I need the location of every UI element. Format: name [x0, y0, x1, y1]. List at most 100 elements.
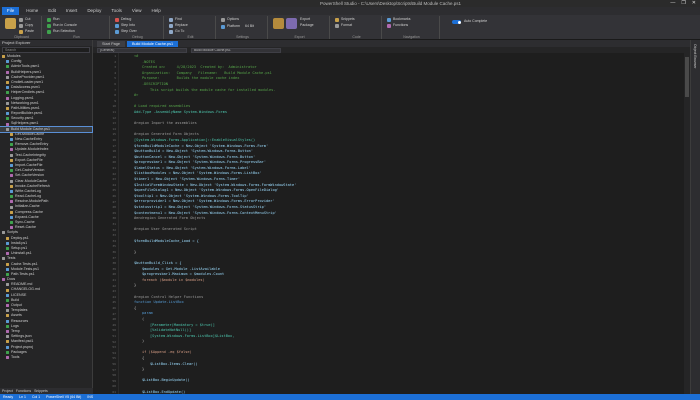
- tab-start-page[interactable]: Start Page: [97, 41, 125, 47]
- file-icon: [6, 127, 9, 131]
- navigation-bar: (General) Build Module Cache.ps1: [93, 47, 690, 53]
- line-number: 23: [112, 177, 116, 182]
- line-number: 46: [112, 306, 116, 310]
- file-icon: [6, 272, 9, 276]
- tab-functions[interactable]: Functions: [16, 389, 31, 393]
- functions-button[interactable]: Functions: [387, 23, 408, 28]
- line-number: 48: [112, 317, 116, 322]
- panel-title: Project Explorer: [0, 40, 92, 46]
- package-icon[interactable]: [273, 18, 284, 29]
- menu-home[interactable]: Home: [23, 7, 41, 15]
- paste-button[interactable]: Paste: [19, 29, 34, 34]
- options-button[interactable]: Options: [221, 17, 239, 22]
- search-icon: [169, 17, 173, 22]
- file-icon: [10, 169, 13, 173]
- menu-insert[interactable]: Insert: [63, 7, 80, 15]
- maximize-button[interactable]: ❐: [681, 0, 685, 7]
- cut-button[interactable]: Cut: [19, 17, 30, 22]
- tab-project[interactable]: Project: [2, 389, 13, 393]
- file-icon: [10, 200, 13, 204]
- ribbon-group-label: Navigation: [403, 35, 420, 39]
- ribbon-group-navigation: Bookmarks Functions Navigation: [384, 16, 440, 39]
- file-icon: [10, 179, 13, 183]
- tree-item[interactable]: Tools: [0, 355, 92, 360]
- debug-button[interactable]: Debug: [115, 17, 131, 22]
- menu-deploy[interactable]: Deploy: [84, 7, 104, 15]
- go-to-button[interactable]: Go To: [169, 29, 184, 34]
- tree-item-label: Reset-Cache: [15, 225, 36, 230]
- ribbon-group-edit: Find Replace Go To Edit: [166, 16, 216, 39]
- line-number: 31: [112, 222, 116, 226]
- run-in-console-button[interactable]: Run in Console: [47, 23, 77, 28]
- format-button[interactable]: Format: [335, 23, 352, 28]
- object-browser-tab[interactable]: Object Browser: [693, 44, 697, 69]
- code-area[interactable]: <# .NOTES Created on: 4/28/2023 Created by…: [126, 54, 666, 394]
- minimize-button[interactable]: —: [670, 0, 675, 7]
- file-icon: [10, 164, 13, 168]
- play-icon: [47, 17, 51, 22]
- file-icon: [10, 158, 13, 162]
- file-icon: [6, 330, 9, 334]
- search-input[interactable]: Search: [2, 47, 90, 53]
- menu-edit[interactable]: Edit: [45, 7, 59, 15]
- line-number: 6: [114, 82, 116, 86]
- line-number: 1: [114, 54, 116, 58]
- file-icon: [6, 60, 9, 64]
- step-into-button[interactable]: Step Into: [115, 23, 135, 28]
- chip-icon: [221, 24, 225, 29]
- file-icon: [6, 91, 9, 95]
- folder-icon: [2, 257, 5, 261]
- close-button[interactable]: ✕: [692, 0, 696, 7]
- line-number: 20: [112, 160, 116, 165]
- menu-tools[interactable]: Tools: [108, 7, 125, 15]
- tree-item-label: Tools: [11, 354, 20, 359]
- step-into-icon: [115, 23, 119, 28]
- file-icon: [6, 236, 9, 240]
- step-over-button[interactable]: Step Over: [115, 29, 137, 34]
- file-icon: [10, 143, 13, 147]
- export-icon[interactable]: [286, 18, 297, 29]
- scrollbar-thumb[interactable]: [685, 57, 689, 97]
- line-number: 22: [112, 171, 116, 176]
- snippets-button[interactable]: Snippets: [335, 17, 355, 22]
- bookmarks-button[interactable]: Bookmarks: [387, 17, 411, 22]
- member-dropdown[interactable]: Build Module Cache.ps1: [191, 47, 281, 53]
- line-number-gutter: 1 2 3 4 5 6 7 8 9 10 11 12 13 14 15 16 17 18 19 20 21 22 23 24 2…: [93, 53, 119, 400]
- line-number: 12: [112, 115, 116, 120]
- run-selection-button[interactable]: Run Selection: [47, 29, 75, 34]
- replace-button[interactable]: Replace: [169, 23, 188, 28]
- scope-dropdown[interactable]: (General): [97, 47, 187, 53]
- file-icon: [6, 309, 9, 313]
- line-number: 10: [112, 104, 116, 109]
- copy-button[interactable]: Copy: [19, 23, 33, 28]
- file-icon: [6, 86, 9, 90]
- paste-icon[interactable]: [5, 18, 16, 29]
- file-menu-button[interactable]: File: [2, 7, 20, 15]
- auto-complete-label: Auto Complete: [464, 19, 488, 23]
- folding-margin[interactable]: [119, 53, 124, 394]
- file-icon: [6, 335, 9, 339]
- find-button[interactable]: Find: [169, 17, 182, 22]
- file-icon: [10, 215, 13, 219]
- auto-complete-toggle[interactable]: [452, 20, 461, 24]
- file-icon: [10, 210, 13, 214]
- file-icon: [10, 132, 13, 136]
- step-over-icon: [115, 29, 119, 34]
- line-number: 41: [112, 278, 116, 282]
- line-number: 52: [112, 339, 116, 344]
- status-ready: Ready: [3, 395, 14, 399]
- platform-dropdown[interactable]: Platform 64 Bit: [221, 24, 254, 29]
- tab-build-module-cache[interactable]: Build Module Cache.ps1: [126, 41, 179, 47]
- line-number: 33: [112, 233, 116, 238]
- function-icon: [387, 23, 391, 28]
- document-tabs: Start Page Build Module Cache.ps1: [93, 40, 690, 47]
- file-icon: [6, 298, 9, 302]
- export-button[interactable]: Export: [300, 17, 310, 22]
- menu-help[interactable]: Help: [149, 7, 164, 15]
- status-bar: Ready Ln 1 Col 1 PowerShell V5 (64 Bit) …: [0, 394, 700, 400]
- line-number: 24: [112, 182, 116, 187]
- tab-snippets[interactable]: Snippets: [34, 389, 48, 393]
- package-button[interactable]: Package: [300, 23, 314, 28]
- run-button[interactable]: Run: [47, 17, 59, 22]
- menu-view[interactable]: View: [129, 7, 145, 15]
